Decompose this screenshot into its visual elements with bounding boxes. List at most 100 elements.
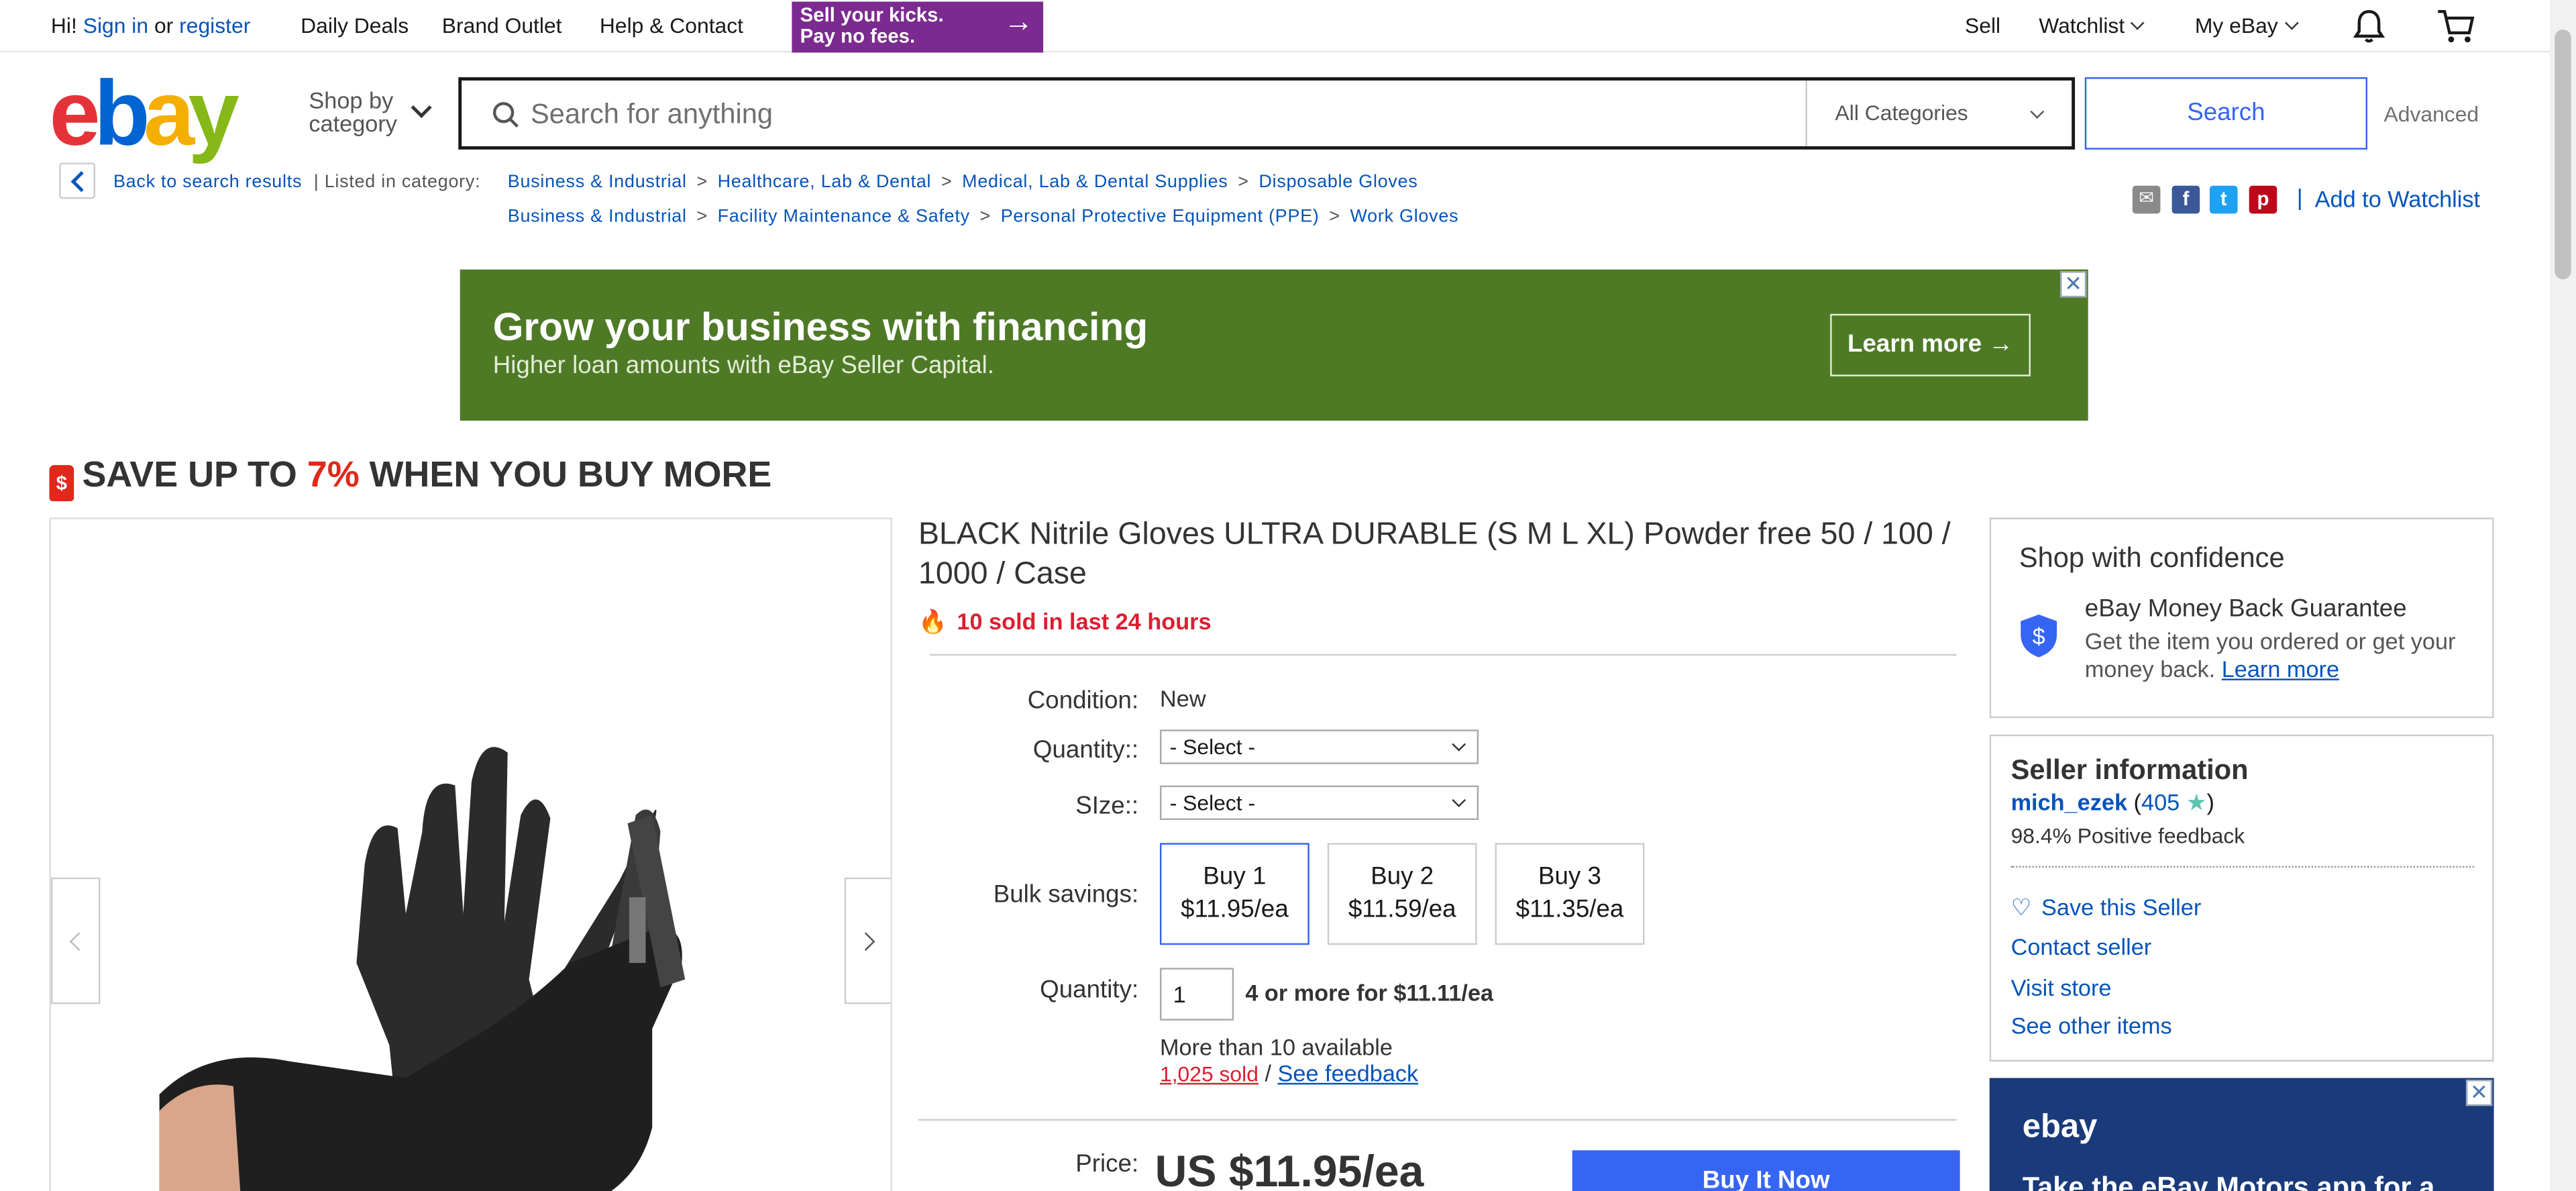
save-percent: 7% [307, 453, 360, 495]
image-next-button[interactable] [844, 877, 891, 1004]
size-select-value: - Select - [1169, 790, 1256, 815]
register-link[interactable]: register [179, 13, 250, 38]
save-text-2: WHEN YOU BUY MORE [359, 453, 772, 495]
back-to-search-link[interactable]: Back to search results [113, 172, 302, 192]
size-select[interactable]: - Select - [1159, 785, 1479, 821]
learn-more-link[interactable]: Learn more [2222, 656, 2339, 682]
bulk-option-buy-2[interactable]: Buy 2 $11.59/ea [1327, 843, 1477, 945]
shop-with-confidence-panel: Shop with confidence $ eBay Money Back G… [1989, 517, 2494, 719]
ad-subline: Higher loan amounts with eBay Seller Cap… [492, 352, 995, 380]
quantity-input[interactable]: 1 [1159, 968, 1234, 1021]
cart-icon[interactable] [2436, 7, 2476, 46]
chevron-right-icon [856, 932, 875, 951]
slash: / [1265, 1059, 1271, 1086]
help-contact-link[interactable]: Help & Contact [600, 13, 743, 38]
bulk-option-buy-3[interactable]: Buy 3 $11.35/ea [1495, 843, 1645, 945]
sell-link[interactable]: Sell [1965, 13, 2000, 38]
twitter-share-icon[interactable]: t [2209, 185, 2238, 214]
watchlist-label: Watchlist [2039, 13, 2125, 38]
chevron-down-icon [2131, 15, 2145, 30]
breadcrumb-item[interactable]: Healthcare, Lab & Dental [718, 172, 932, 192]
chevron-left-icon [69, 932, 89, 951]
image-prev-button[interactable] [50, 877, 101, 1004]
seller-name-row: mich_ezek (405 ★) [2010, 788, 2214, 815]
ad2-text: Take the eBay Motors app for a [2022, 1172, 2435, 1191]
svg-text:$: $ [2033, 624, 2045, 650]
ad2-close-icon[interactable]: ✕ [2465, 1079, 2493, 1106]
watchlist-menu[interactable]: Watchlist [2039, 13, 2145, 38]
breadcrumb-item[interactable]: Personal Protective Equipment (PPE) [1001, 207, 1320, 227]
search-button[interactable]: Search [2084, 77, 2368, 150]
price-value: US $11.95/ea [1155, 1147, 1424, 1191]
breadcrumb-item[interactable]: Medical, Lab & Dental Supplies [962, 172, 1228, 192]
price-label: Price: [1075, 1150, 1139, 1178]
breadcrumb-item[interactable]: Disposable Gloves [1258, 172, 1417, 192]
ad-button-label: Learn more [1847, 330, 1982, 358]
shop-by-category-button[interactable]: Shop by category [309, 89, 432, 135]
breadcrumb-path-1: Business & Industrial > Healthcare, Lab & … [508, 172, 1418, 192]
quantity-select-label: Quantity:: [1032, 736, 1139, 764]
breadcrumb-item[interactable]: Work Gloves [1350, 207, 1459, 227]
financing-ad[interactable]: Grow your business with financing Higher… [460, 269, 2088, 421]
arrow-right-icon: → [1988, 330, 2014, 358]
guarantee-title: eBay Money Back Guarantee [2084, 594, 2407, 623]
visit-store-link[interactable]: Visit store [2011, 974, 2112, 1000]
dotted-divider [2010, 866, 2475, 868]
ad2-logo: ebay [2022, 1109, 2098, 1145]
add-to-watchlist-link[interactable]: Add to Watchlist [2315, 186, 2480, 212]
sign-in-link[interactable]: Sign in [83, 13, 148, 38]
greeting: Hi! Sign in or register [51, 13, 250, 38]
category-select[interactable]: All Categories [1805, 81, 2075, 146]
ad-learn-more-button[interactable]: Learn more → [1830, 313, 2031, 376]
seller-name-link[interactable]: mich_ezek [2011, 789, 2127, 815]
pinterest-share-icon[interactable]: p [2249, 185, 2277, 214]
seller-info-title: Seller information [2010, 754, 2249, 786]
condition-label: Condition: [1027, 686, 1139, 715]
ad-close-icon[interactable]: ✕ [2060, 271, 2087, 298]
greeting-text: Hi! [50, 13, 77, 38]
chevron-down-icon [2284, 15, 2298, 30]
search-input[interactable] [531, 93, 1780, 137]
price-tag-icon: $ [49, 465, 74, 501]
back-arrow-icon[interactable] [59, 162, 96, 199]
breadcrumb-item[interactable]: Business & Industrial [508, 207, 687, 227]
scrollbar-thumb[interactable] [2555, 30, 2571, 280]
page-scrollbar[interactable] [2549, 0, 2576, 1191]
bulk-option-buy-1[interactable]: Buy 1 $11.95/ea [1159, 843, 1309, 945]
daily-deals-link[interactable]: Daily Deals [301, 13, 409, 38]
buy-it-now-button[interactable]: Buy It Now [1572, 1150, 1960, 1191]
product-image-viewer[interactable] [49, 517, 892, 1191]
facebook-share-icon[interactable]: f [2171, 185, 2200, 214]
breadcrumb-separator: > [696, 172, 708, 193]
availability-text: More than 10 available [1159, 1033, 1393, 1060]
quantity-select[interactable]: - Select - [1159, 729, 1479, 764]
contact-seller-link[interactable]: Contact seller [2011, 933, 2152, 960]
see-other-items-link[interactable]: See other items [2011, 1013, 2172, 1039]
bulk-price: $11.95/ea [1181, 895, 1289, 924]
advanced-search-link[interactable]: Advanced [2383, 102, 2479, 127]
sold-count-link[interactable]: 1,025 sold [1160, 1061, 1258, 1086]
breadcrumb-separator: > [1238, 172, 1249, 193]
chevron-down-icon [411, 97, 432, 118]
bulk-qty: Buy 1 [1203, 862, 1267, 891]
bulk-qty: Buy 2 [1371, 862, 1434, 891]
sell-kicks-banner[interactable]: Sell your kicks. Pay no fees. → [792, 1, 1044, 53]
breadcrumb-item[interactable]: Business & Industrial [508, 172, 687, 192]
breadcrumb-item[interactable]: Facility Maintenance & Safety [718, 207, 970, 227]
chevron-down-icon [1452, 737, 1466, 752]
my-ebay-menu[interactable]: My eBay [2195, 13, 2298, 38]
bulk-price: $11.59/ea [1348, 895, 1456, 924]
brand-outlet-link[interactable]: Brand Outlet [442, 13, 562, 38]
save-seller-link[interactable]: ♡ Save this Seller [2011, 894, 2202, 922]
ad-headline: Grow your business with financing [492, 305, 1148, 350]
seller-score-link[interactable]: 405 [2141, 789, 2180, 815]
breadcrumb-path-2: Business & Industrial > Facility Maintenan… [508, 207, 1459, 227]
see-feedback-link[interactable]: See feedback [1278, 1060, 1419, 1086]
notification-bell-icon[interactable] [2351, 8, 2387, 44]
ebay-logo[interactable]: ebay [49, 66, 239, 158]
bulk-price: $11.35/ea [1515, 895, 1624, 924]
email-share-icon[interactable]: ✉ [2132, 185, 2161, 214]
ebay-motors-ad[interactable]: ebay Take the eBay Motors app for a [1989, 1078, 2494, 1191]
shield-dollar-icon: $ [2021, 614, 2057, 658]
breadcrumb-separator: > [979, 207, 991, 227]
